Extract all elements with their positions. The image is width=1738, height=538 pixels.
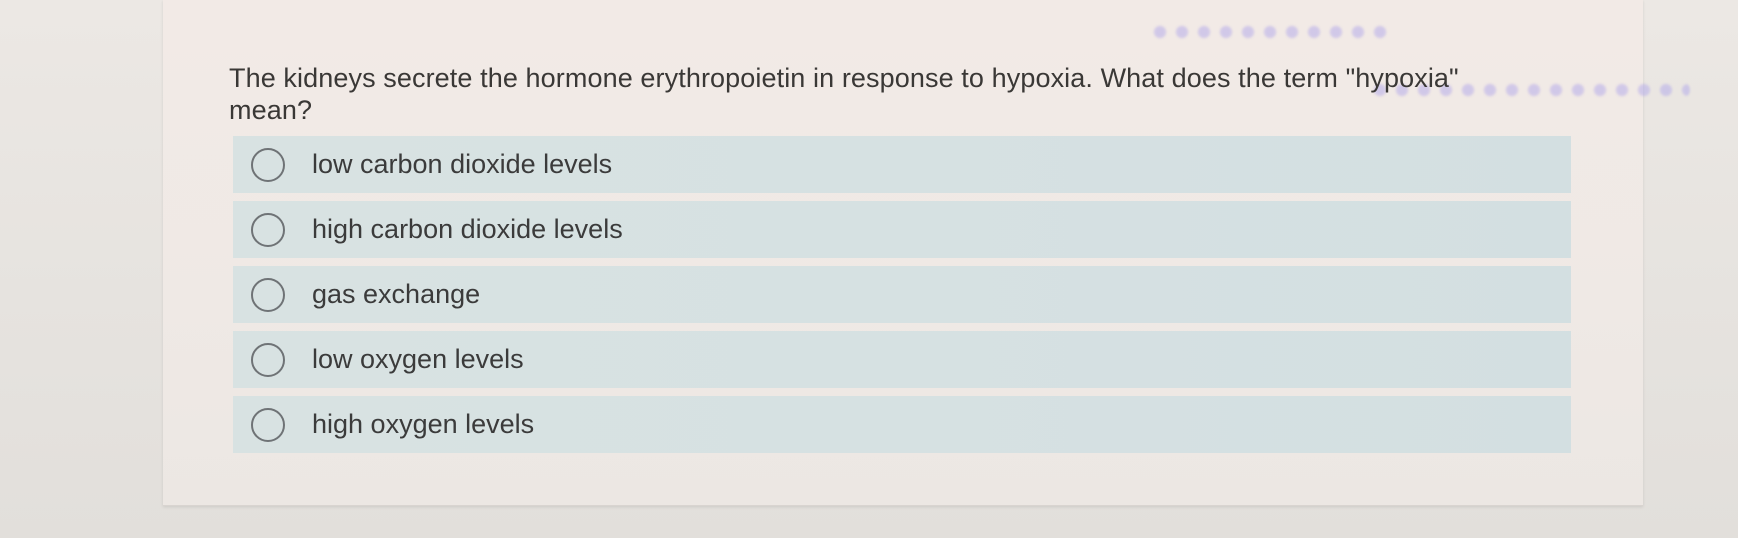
option-label: low carbon dioxide levels: [312, 149, 613, 179]
option-high-oxygen[interactable]: high oxygen levels: [233, 396, 1571, 453]
answer-options: low carbon dioxide levels high carbon di…: [233, 136, 1571, 461]
radio-unchecked-icon[interactable]: [251, 277, 285, 312]
option-high-carbon-dioxide[interactable]: high carbon dioxide levels: [233, 201, 1571, 258]
screen-glare: [1150, 24, 1390, 40]
radio-unchecked-icon[interactable]: [251, 212, 285, 247]
radio-unchecked-icon[interactable]: [251, 407, 285, 442]
option-gas-exchange[interactable]: gas exchange: [233, 266, 1571, 323]
radio-unchecked-icon[interactable]: [251, 342, 285, 377]
option-label: high carbon dioxide levels: [312, 214, 623, 244]
option-label: high oxygen levels: [312, 409, 535, 439]
option-label: low oxygen levels: [312, 344, 524, 374]
question-text: The kidneys secrete the hormone erythrop…: [229, 63, 1459, 125]
option-low-oxygen[interactable]: low oxygen levels: [233, 331, 1571, 388]
option-label: gas exchange: [312, 279, 481, 309]
option-low-carbon-dioxide[interactable]: low carbon dioxide levels: [233, 136, 1571, 193]
radio-unchecked-icon[interactable]: [251, 147, 285, 182]
